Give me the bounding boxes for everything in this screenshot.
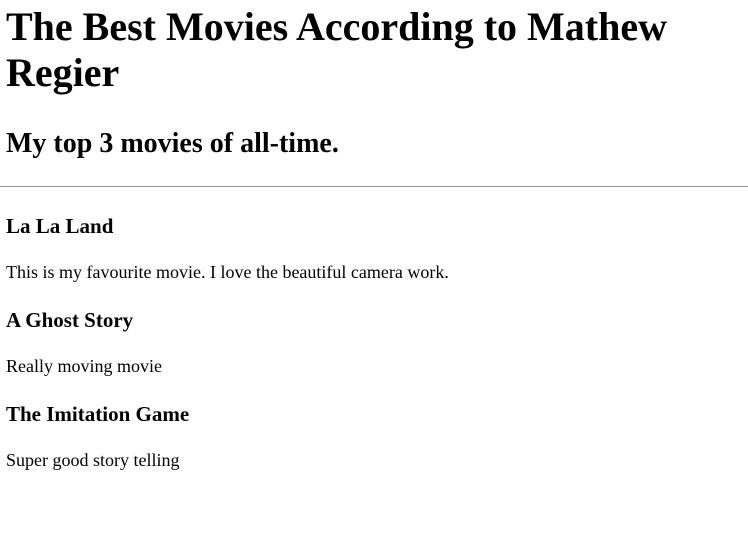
page-subtitle: My top 3 movies of all-time. <box>6 128 339 159</box>
movie-description: Super good story telling <box>6 450 180 470</box>
movie-title: A Ghost Story <box>6 308 134 332</box>
movie-title: La La Land <box>6 214 114 238</box>
movie-entry: A Ghost Story Really moving movie <box>6 308 748 377</box>
movie-description: Really moving movie <box>6 356 162 376</box>
movie-description: This is my favourite movie. I love the b… <box>6 262 449 282</box>
divider <box>0 186 748 187</box>
movie-entry: The Imitation Game Super good story tell… <box>6 402 748 471</box>
movie-title: The Imitation Game <box>6 402 190 426</box>
page-title: The Best Movies According to Mathew Regi… <box>6 4 668 95</box>
movie-list: La La Land This is my favourite movie. I… <box>6 214 748 471</box>
page-content: The Best Movies According to Mathew Regi… <box>0 4 748 471</box>
movie-entry: La La Land This is my favourite movie. I… <box>6 214 748 283</box>
